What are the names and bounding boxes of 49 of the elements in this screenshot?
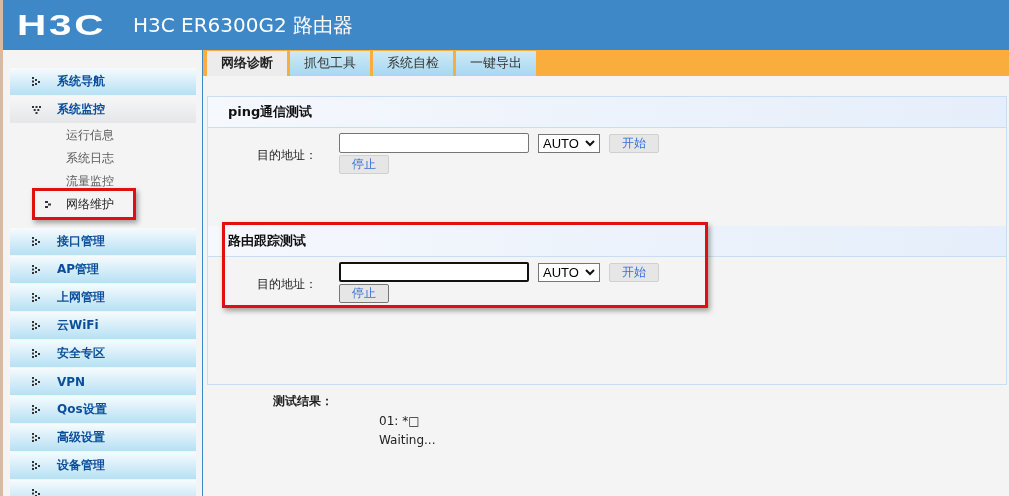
sidebar-item[interactable]: VPN [10, 368, 196, 395]
submenu-item[interactable]: 网络维护 [3, 193, 202, 216]
arrow-icon [45, 201, 52, 208]
chevron-icon [585, 268, 595, 276]
arrow-icon [32, 265, 41, 274]
submenu-item[interactable]: 流量监控 [3, 170, 202, 193]
field-label: 目的地址： [256, 276, 318, 293]
start-button[interactable]: 开始 [609, 262, 659, 282]
chevron-icon [585, 139, 595, 147]
result-line: 01: *□ [379, 413, 421, 430]
result-line: Waiting... [379, 432, 436, 449]
tab[interactable]: 网络诊断 [207, 51, 287, 76]
tab[interactable]: 系统自检 [373, 51, 453, 76]
sidebar-item[interactable]: 安全专区 [10, 340, 196, 367]
section-header: 路由跟踪测试 [208, 226, 1006, 257]
sidebar-item[interactable]: 系统导航 [10, 68, 196, 95]
arrow-icon [32, 377, 41, 386]
stop-button[interactable]: 停止 [339, 284, 389, 303]
start-button[interactable]: 开始 [609, 133, 659, 153]
expanded-arrow-icon [32, 105, 41, 114]
sidebar-item[interactable]: Qos设置 [10, 396, 196, 423]
stop-button[interactable]: 停止 [339, 155, 389, 174]
sidebar-item[interactable]: 上网管理 [10, 284, 196, 311]
window-title: H3C ER6300G2 路由器 [133, 11, 354, 39]
input-field[interactable] [339, 133, 529, 153]
sidebar-item[interactable]: 接口管理 [10, 228, 196, 255]
input-field[interactable] [339, 262, 529, 282]
sidebar-item[interactable]: 高级设置 [10, 424, 196, 451]
arrow-icon [32, 77, 41, 86]
arrow-icon [32, 321, 41, 330]
arrow-icon [32, 405, 41, 414]
dropdown[interactable]: AUTO [538, 262, 600, 282]
sidebar-item[interactable]: 设备管理 [10, 452, 196, 479]
result-label: 测试结果： [272, 393, 334, 410]
submenu-item[interactable]: 运行信息 [3, 124, 202, 147]
arrow-icon [32, 433, 41, 442]
field-label: 目的地址： [256, 147, 318, 164]
sidebar-item[interactable]: 云WiFi [10, 312, 196, 339]
submenu-item[interactable]: 系统日志 [3, 147, 202, 170]
sidebar-item[interactable]: AP管理 [10, 256, 196, 283]
dropdown[interactable]: AUTO [538, 133, 600, 153]
tab[interactable]: 一键导出 [456, 51, 536, 76]
arrow-icon [32, 237, 41, 246]
arrow-icon [32, 489, 41, 496]
tab[interactable]: 抓包工具 [290, 51, 370, 76]
arrow-icon [32, 293, 41, 302]
arrow-icon [32, 349, 41, 358]
arrow-icon [32, 461, 41, 470]
section-header: ping通信测试 [208, 97, 1006, 128]
